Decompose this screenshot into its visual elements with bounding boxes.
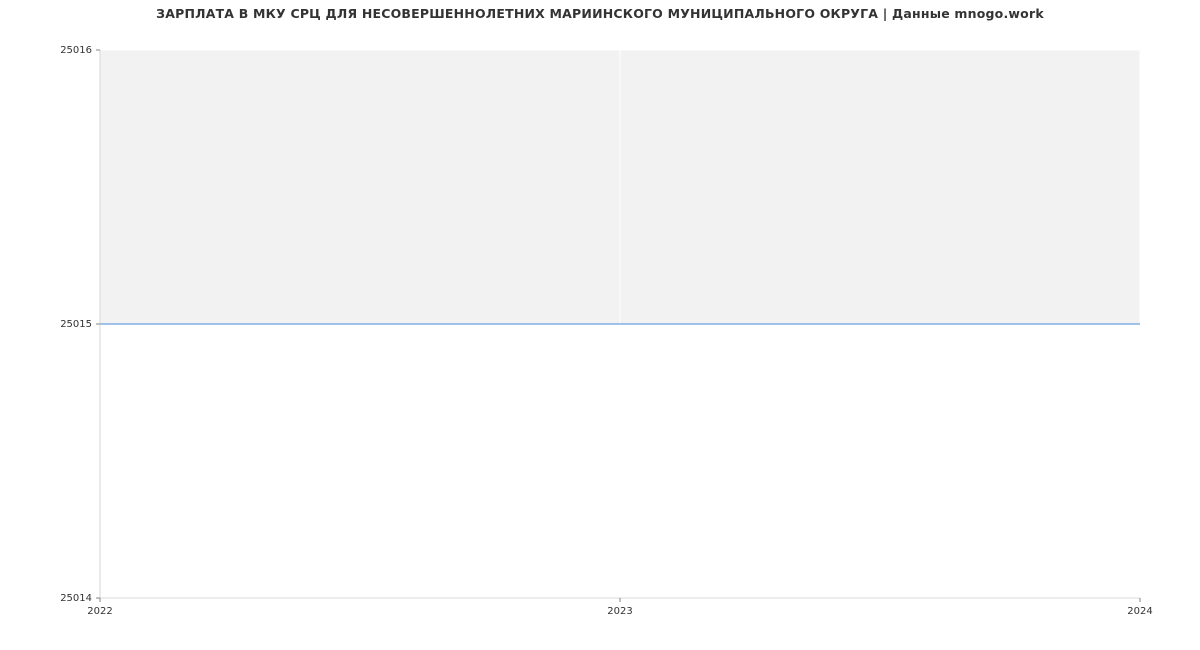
chart-svg: 2022 2023 2024 25014 25015 25016 <box>0 0 1200 650</box>
chart-container: ЗАРПЛАТА В МКУ СРЦ ДЛЯ НЕСОВЕРШЕННОЛЕТНИ… <box>0 0 1200 650</box>
x-tick-label: 2023 <box>607 606 632 617</box>
y-tick-label: 25014 <box>60 593 92 604</box>
x-tick-label: 2022 <box>87 606 112 617</box>
y-tick-label: 25016 <box>60 45 92 56</box>
series-fill <box>100 324 1140 598</box>
y-tick-label: 25015 <box>60 319 92 330</box>
x-tick-label: 2024 <box>1127 606 1152 617</box>
